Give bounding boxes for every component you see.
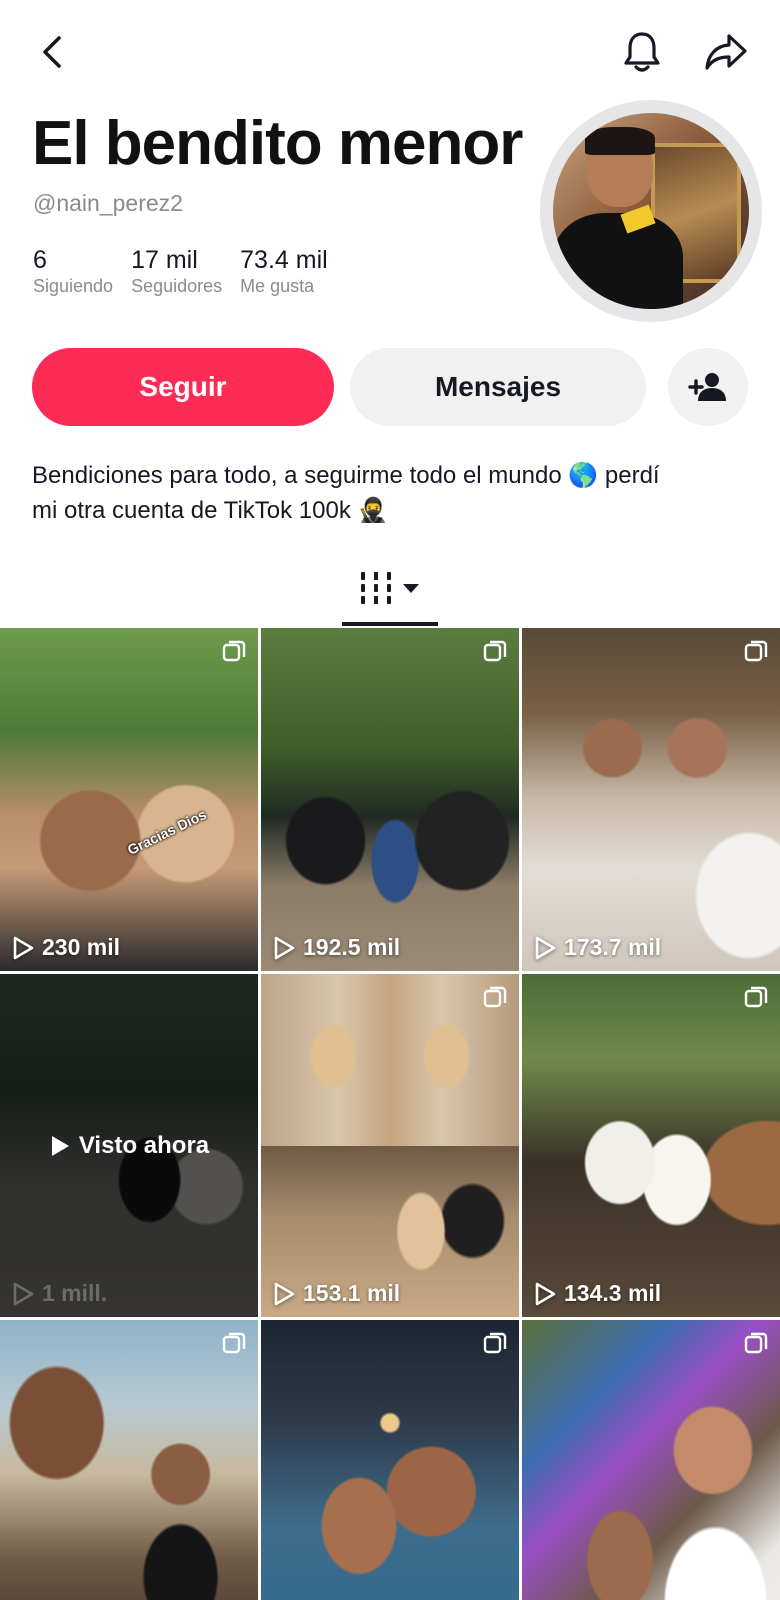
multi-photo-icon <box>222 640 246 662</box>
view-count: 1 mill. <box>12 1280 107 1307</box>
view-count: 230 mil <box>12 934 120 961</box>
messages-button[interactable]: Mensajes <box>350 348 646 426</box>
multi-photo-icon <box>744 986 768 1008</box>
video-thumbnail[interactable]: Visto ahora 1 mill. <box>0 974 258 1317</box>
video-thumbnail[interactable]: 192.5 mil <box>261 628 519 971</box>
multi-photo-icon <box>744 1332 768 1354</box>
stat-followers[interactable]: 17 mil Seguidores <box>131 246 222 297</box>
video-thumbnail[interactable]: 153.1 mil <box>261 974 519 1317</box>
video-thumbnail[interactable] <box>0 1320 258 1600</box>
play-outline-icon <box>274 1282 295 1305</box>
play-outline-icon <box>13 936 34 959</box>
follow-button[interactable]: Seguir <box>32 348 334 426</box>
watched-overlay: Visto ahora <box>0 974 258 1317</box>
add-user-icon <box>688 373 726 401</box>
view-count: 173.7 mil <box>534 934 661 961</box>
view-count: 192.5 mil <box>273 934 400 961</box>
profile-stats: 6 Siguiendo 17 mil Seguidores 73.4 mil M… <box>33 246 346 297</box>
share-button[interactable] <box>696 22 756 82</box>
avatar-photo <box>553 113 749 309</box>
view-count-value: 173.7 mil <box>564 934 662 960</box>
stat-label: Me gusta <box>240 276 315 296</box>
view-count: 153.1 mil <box>273 1280 400 1307</box>
add-friend-button[interactable] <box>668 348 748 426</box>
multi-photo-icon <box>483 1332 507 1354</box>
grid-columns-icon <box>361 572 391 604</box>
play-outline-icon <box>535 1282 556 1305</box>
tab-videos[interactable] <box>342 552 438 624</box>
view-count-value: 230 mil <box>42 934 120 960</box>
caret-down-icon <box>403 584 419 593</box>
video-thumbnail[interactable] <box>261 1320 519 1600</box>
tab-active-indicator <box>342 622 438 626</box>
stat-label: Seguidores <box>131 276 223 296</box>
profile-bio: Bendiciones para todo, a seguirme todo e… <box>32 458 752 528</box>
view-count: 134.3 mil <box>534 1280 661 1307</box>
stat-following[interactable]: 6 Siguiendo <box>33 246 113 297</box>
content-tabs <box>0 552 780 628</box>
stat-likes[interactable]: 73.4 mil Me gusta <box>240 246 328 297</box>
bio-line: Bendiciones para todo, a seguirme todo e… <box>32 462 660 489</box>
action-buttons: Seguir Mensajes <box>32 348 748 426</box>
multi-photo-icon <box>222 1332 246 1354</box>
view-count-value: 134.3 mil <box>564 1280 662 1306</box>
play-filled-icon <box>51 1135 69 1156</box>
bio-line: mi otra cuenta de TikTok 100k 🥷 <box>32 497 388 524</box>
avatar[interactable] <box>540 100 762 322</box>
video-thumbnail[interactable]: Gracias Dios 230 mil <box>0 628 258 971</box>
multi-photo-icon <box>483 640 507 662</box>
play-outline-icon <box>13 1282 34 1305</box>
play-outline-icon <box>274 936 295 959</box>
stat-value: 17 mil <box>131 246 198 274</box>
stat-value: 6 <box>33 246 47 274</box>
share-arrow-icon <box>705 34 747 70</box>
multi-photo-icon <box>483 986 507 1008</box>
view-count-value: 1 mill. <box>42 1280 108 1306</box>
notifications-button[interactable] <box>612 22 672 82</box>
stat-value: 73.4 mil <box>240 246 328 274</box>
watched-label: Visto ahora <box>78 1131 210 1159</box>
top-bar <box>0 0 780 110</box>
multi-photo-icon <box>744 640 768 662</box>
view-count-value: 153.1 mil <box>303 1280 401 1306</box>
stat-label: Siguiendo <box>33 276 114 296</box>
video-thumbnail[interactable] <box>522 1320 780 1600</box>
view-count-value: 192.5 mil <box>303 934 401 960</box>
profile-name: El bendito menor <box>32 109 523 178</box>
video-thumbnail[interactable]: 173.7 mil <box>522 628 780 971</box>
profile-handle: @nain_perez2 <box>33 190 183 216</box>
play-outline-icon <box>535 936 556 959</box>
video-thumbnail[interactable]: 134.3 mil <box>522 974 780 1317</box>
chevron-left-icon <box>43 36 61 68</box>
bell-icon <box>624 32 660 72</box>
back-button[interactable] <box>22 22 82 82</box>
